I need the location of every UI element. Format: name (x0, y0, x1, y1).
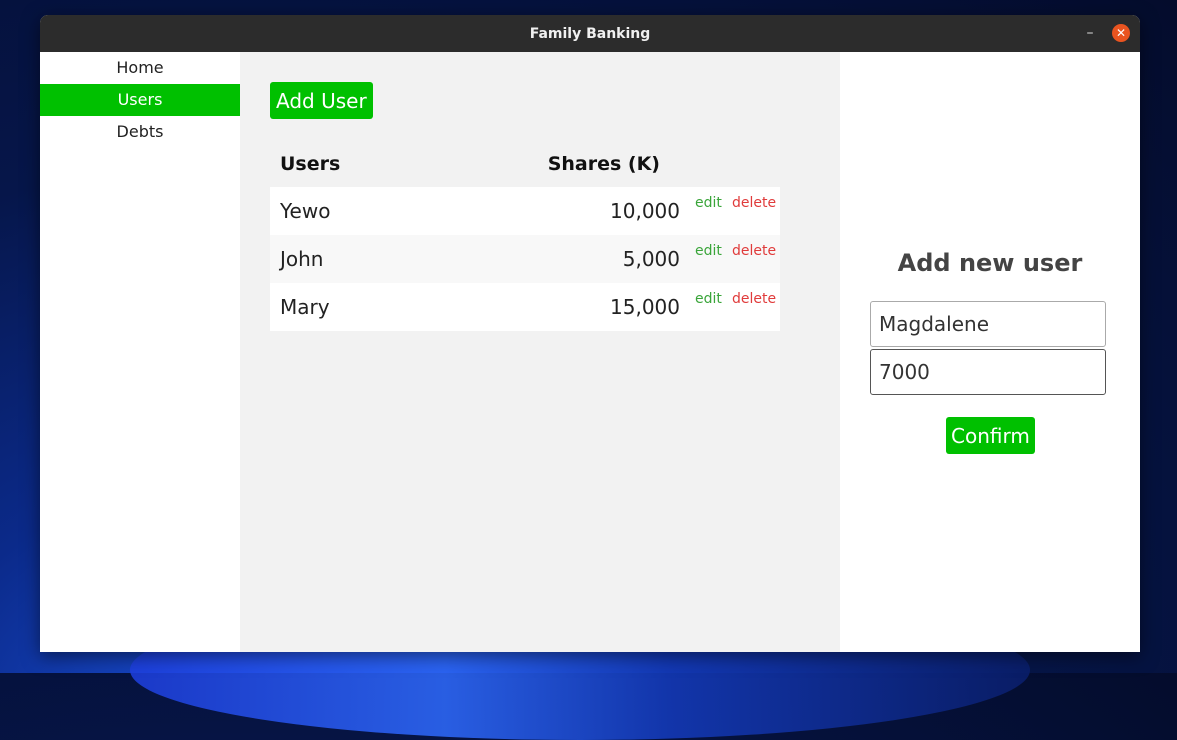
sidebar: Home Users Debts (40, 52, 240, 652)
edit-link[interactable]: edit (695, 291, 722, 307)
close-icon[interactable]: ✕ (1112, 24, 1130, 42)
table-row: John 5,000 edit delete (270, 235, 780, 283)
add-user-form: Add new user Confirm (840, 52, 1140, 652)
user-shares: 15,000 (610, 295, 680, 319)
user-name: Mary (280, 295, 330, 319)
delete-link[interactable]: delete (732, 291, 776, 307)
column-header-users: Users (280, 153, 341, 175)
sidebar-item-home[interactable]: Home (40, 52, 240, 84)
table-row: Yewo 10,000 edit delete (270, 187, 780, 235)
users-table: Users Shares (K) Yewo 10,000 edit delete… (270, 147, 780, 331)
name-input[interactable] (870, 301, 1106, 347)
app-window: Family Banking – ✕ Home Users Debts Add … (40, 15, 1140, 652)
confirm-button[interactable]: Confirm (946, 417, 1035, 454)
window-title: Family Banking (529, 25, 651, 42)
form-heading: Add new user (897, 249, 1083, 277)
main-panel: Add User Users Shares (K) Yewo 10,000 ed… (240, 52, 840, 652)
column-header-shares: Shares (K) (547, 153, 660, 175)
table-header: Users Shares (K) (270, 147, 780, 187)
table-row: Mary 15,000 edit delete (270, 283, 780, 331)
minimize-icon[interactable]: – (1082, 25, 1098, 41)
user-shares: 5,000 (622, 247, 680, 271)
delete-link[interactable]: delete (732, 243, 776, 259)
shares-input[interactable] (870, 349, 1106, 395)
window-content: Home Users Debts Add User Users Shares (… (40, 52, 1140, 652)
delete-link[interactable]: delete (732, 195, 776, 211)
user-shares: 10,000 (610, 199, 680, 223)
title-bar: Family Banking – ✕ (40, 15, 1140, 52)
add-user-button[interactable]: Add User (270, 82, 373, 119)
user-name: Yewo (280, 199, 331, 223)
edit-link[interactable]: edit (695, 243, 722, 259)
edit-link[interactable]: edit (695, 195, 722, 211)
user-name: John (280, 247, 324, 271)
sidebar-item-debts[interactable]: Debts (40, 116, 240, 148)
sidebar-item-users[interactable]: Users (40, 84, 240, 116)
